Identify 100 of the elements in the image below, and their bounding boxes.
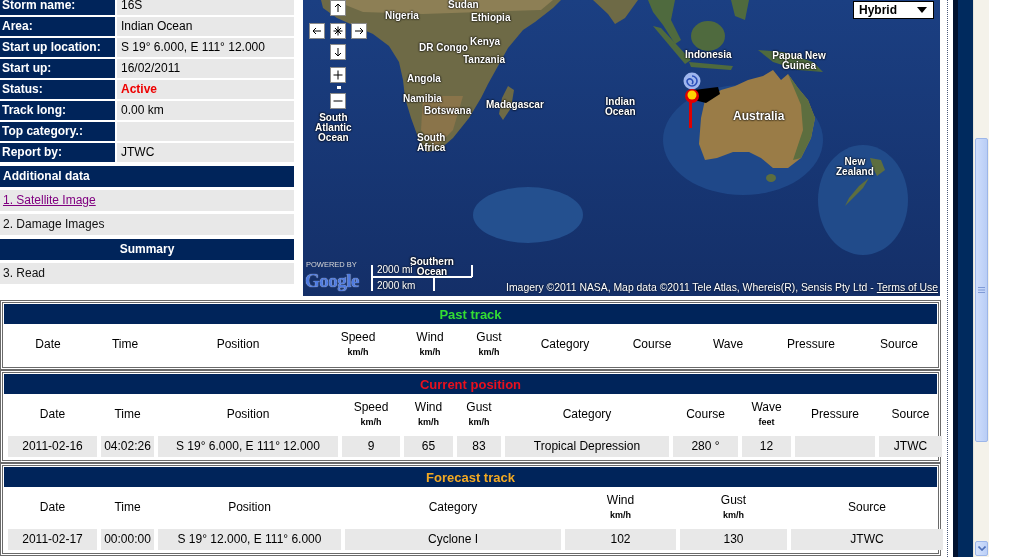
grip-icon: [978, 287, 985, 293]
table-cell: 280 °: [673, 436, 738, 457]
scale-label: 2000 mi: [377, 265, 413, 275]
chevron-down-icon: [977, 546, 986, 551]
column-header: Wave: [751, 401, 782, 415]
storm-icon: [683, 72, 701, 90]
unit-label: km/h: [478, 347, 500, 358]
arrow-down-icon: [333, 47, 343, 57]
unit-label: km/h: [468, 417, 490, 428]
column-header: Category: [428, 501, 478, 515]
column-header: Source: [880, 338, 918, 352]
column-header: Course: [632, 338, 672, 352]
pan-down-button[interactable]: [330, 44, 346, 60]
map-label: Papua New Guinea: [771, 51, 827, 71]
table-cell: 00:00:00: [101, 529, 154, 550]
section-title: Forecast track: [426, 469, 515, 485]
column-header: Category: [540, 338, 590, 352]
column-header: Gust: [476, 331, 502, 345]
plus-icon: [333, 70, 343, 80]
column-header: Date: [39, 501, 66, 515]
section-title: Past track: [439, 306, 502, 322]
map-attribution: Imagery ©2011 NASA, Map data ©2011 Tele Atlas, Whereis(R), Sensis Pty Ltd - Terms of Use: [506, 282, 938, 293]
column-header: Position: [216, 338, 260, 352]
arrow-right-icon: [354, 26, 364, 36]
table-cell: 102: [565, 529, 676, 550]
info-label: Report by:: [0, 143, 115, 162]
table-cell: JTWC: [791, 529, 943, 550]
pan-center-button[interactable]: [330, 23, 346, 39]
map-type-dropdown[interactable]: Hybrid: [853, 1, 934, 19]
map-label: Sudan: [448, 0, 479, 10]
column-header: Time: [111, 338, 139, 352]
pan-up-button[interactable]: [330, 0, 346, 16]
column-header: Speed: [353, 401, 389, 415]
map-label: Tanzania: [463, 55, 506, 65]
list-item: 2. Damage Images: [0, 214, 294, 235]
column-header: Wave: [712, 338, 744, 352]
map-label: South Atlantic Ocean: [315, 113, 352, 143]
column-header: Date: [35, 338, 61, 352]
position-marker-icon: [684, 86, 720, 104]
terms-of-use-link[interactable]: Terms of Use: [876, 281, 938, 293]
arrow-up-icon: [333, 3, 343, 13]
zoom-out-button[interactable]: [330, 93, 346, 109]
info-value: Active: [117, 80, 294, 99]
table-cell: 04:02:26: [101, 436, 154, 457]
satellite-image-link[interactable]: 1. Satellite Image: [0, 190, 294, 211]
map-label: Madagascar: [486, 100, 544, 110]
column-header: Wind: [606, 494, 635, 508]
table-cell: 2011-02-16: [8, 436, 97, 457]
section-header: Summary: [0, 239, 294, 260]
map-label: Botswana: [424, 106, 472, 116]
map-label: Nigeria: [385, 11, 419, 21]
column-header: Position: [228, 501, 271, 515]
info-value: JTWC: [117, 143, 294, 162]
scroll-down-button[interactable]: [975, 541, 988, 556]
unit-label: km/h: [419, 347, 441, 358]
four-arrows-icon: [333, 26, 343, 36]
caret-icon: [917, 7, 927, 13]
column-header: Time: [114, 501, 141, 515]
column-header: Gust: [720, 494, 747, 508]
column-header: Source: [891, 408, 930, 422]
column-header: Pressure: [811, 408, 859, 422]
column-header: Speed: [340, 331, 376, 345]
unit-label: km/h: [723, 510, 744, 521]
info-value: 16S: [117, 0, 294, 15]
unit-label: km/h: [610, 510, 631, 521]
table-cell: Tropical Depression: [505, 436, 669, 457]
table-cell: 83: [457, 436, 501, 457]
info-label: Storm name:: [0, 0, 115, 15]
map-label: Indian Ocean: [605, 97, 636, 117]
scale-label: 2000 km: [377, 281, 416, 291]
info-label: Top category.:: [0, 122, 115, 141]
table-cell: 65: [404, 436, 453, 457]
table-cell: 12: [742, 436, 791, 457]
map-label: Angola: [407, 74, 441, 84]
map-label: Ethiopia: [471, 13, 511, 23]
arrow-left-icon: [312, 26, 322, 36]
table-cell: S 19° 12.000, E 111° 6.000: [158, 529, 341, 550]
unit-label: feet: [758, 417, 775, 428]
column-header: Wind: [416, 331, 444, 345]
unit-label: km/h: [360, 417, 382, 428]
table-cell: 9: [342, 436, 400, 457]
info-label: Track long:: [0, 101, 115, 120]
info-label: Status:: [0, 80, 115, 99]
column-header: Category: [562, 408, 612, 422]
zoom-in-button[interactable]: [330, 67, 346, 83]
column-header: Position: [226, 408, 270, 422]
unit-label: km/h: [347, 347, 369, 358]
table-cell: 130: [680, 529, 787, 550]
scrollbar-track[interactable]: [973, 0, 989, 557]
pan-right-button[interactable]: [351, 23, 367, 39]
column-header: Wind: [414, 401, 443, 415]
info-label: Start up location:: [0, 38, 115, 57]
list-item: 3. Read: [0, 263, 294, 284]
pan-left-button[interactable]: [309, 23, 325, 39]
table-cell: S 19° 6.000, E 111° 12.000: [158, 436, 338, 457]
map-label: South Africa: [417, 133, 446, 153]
column-header: Pressure: [787, 338, 835, 352]
scrollbar-thumb[interactable]: [975, 138, 988, 442]
unit-label: km/h: [418, 417, 439, 428]
section-title: Current position: [419, 376, 522, 392]
